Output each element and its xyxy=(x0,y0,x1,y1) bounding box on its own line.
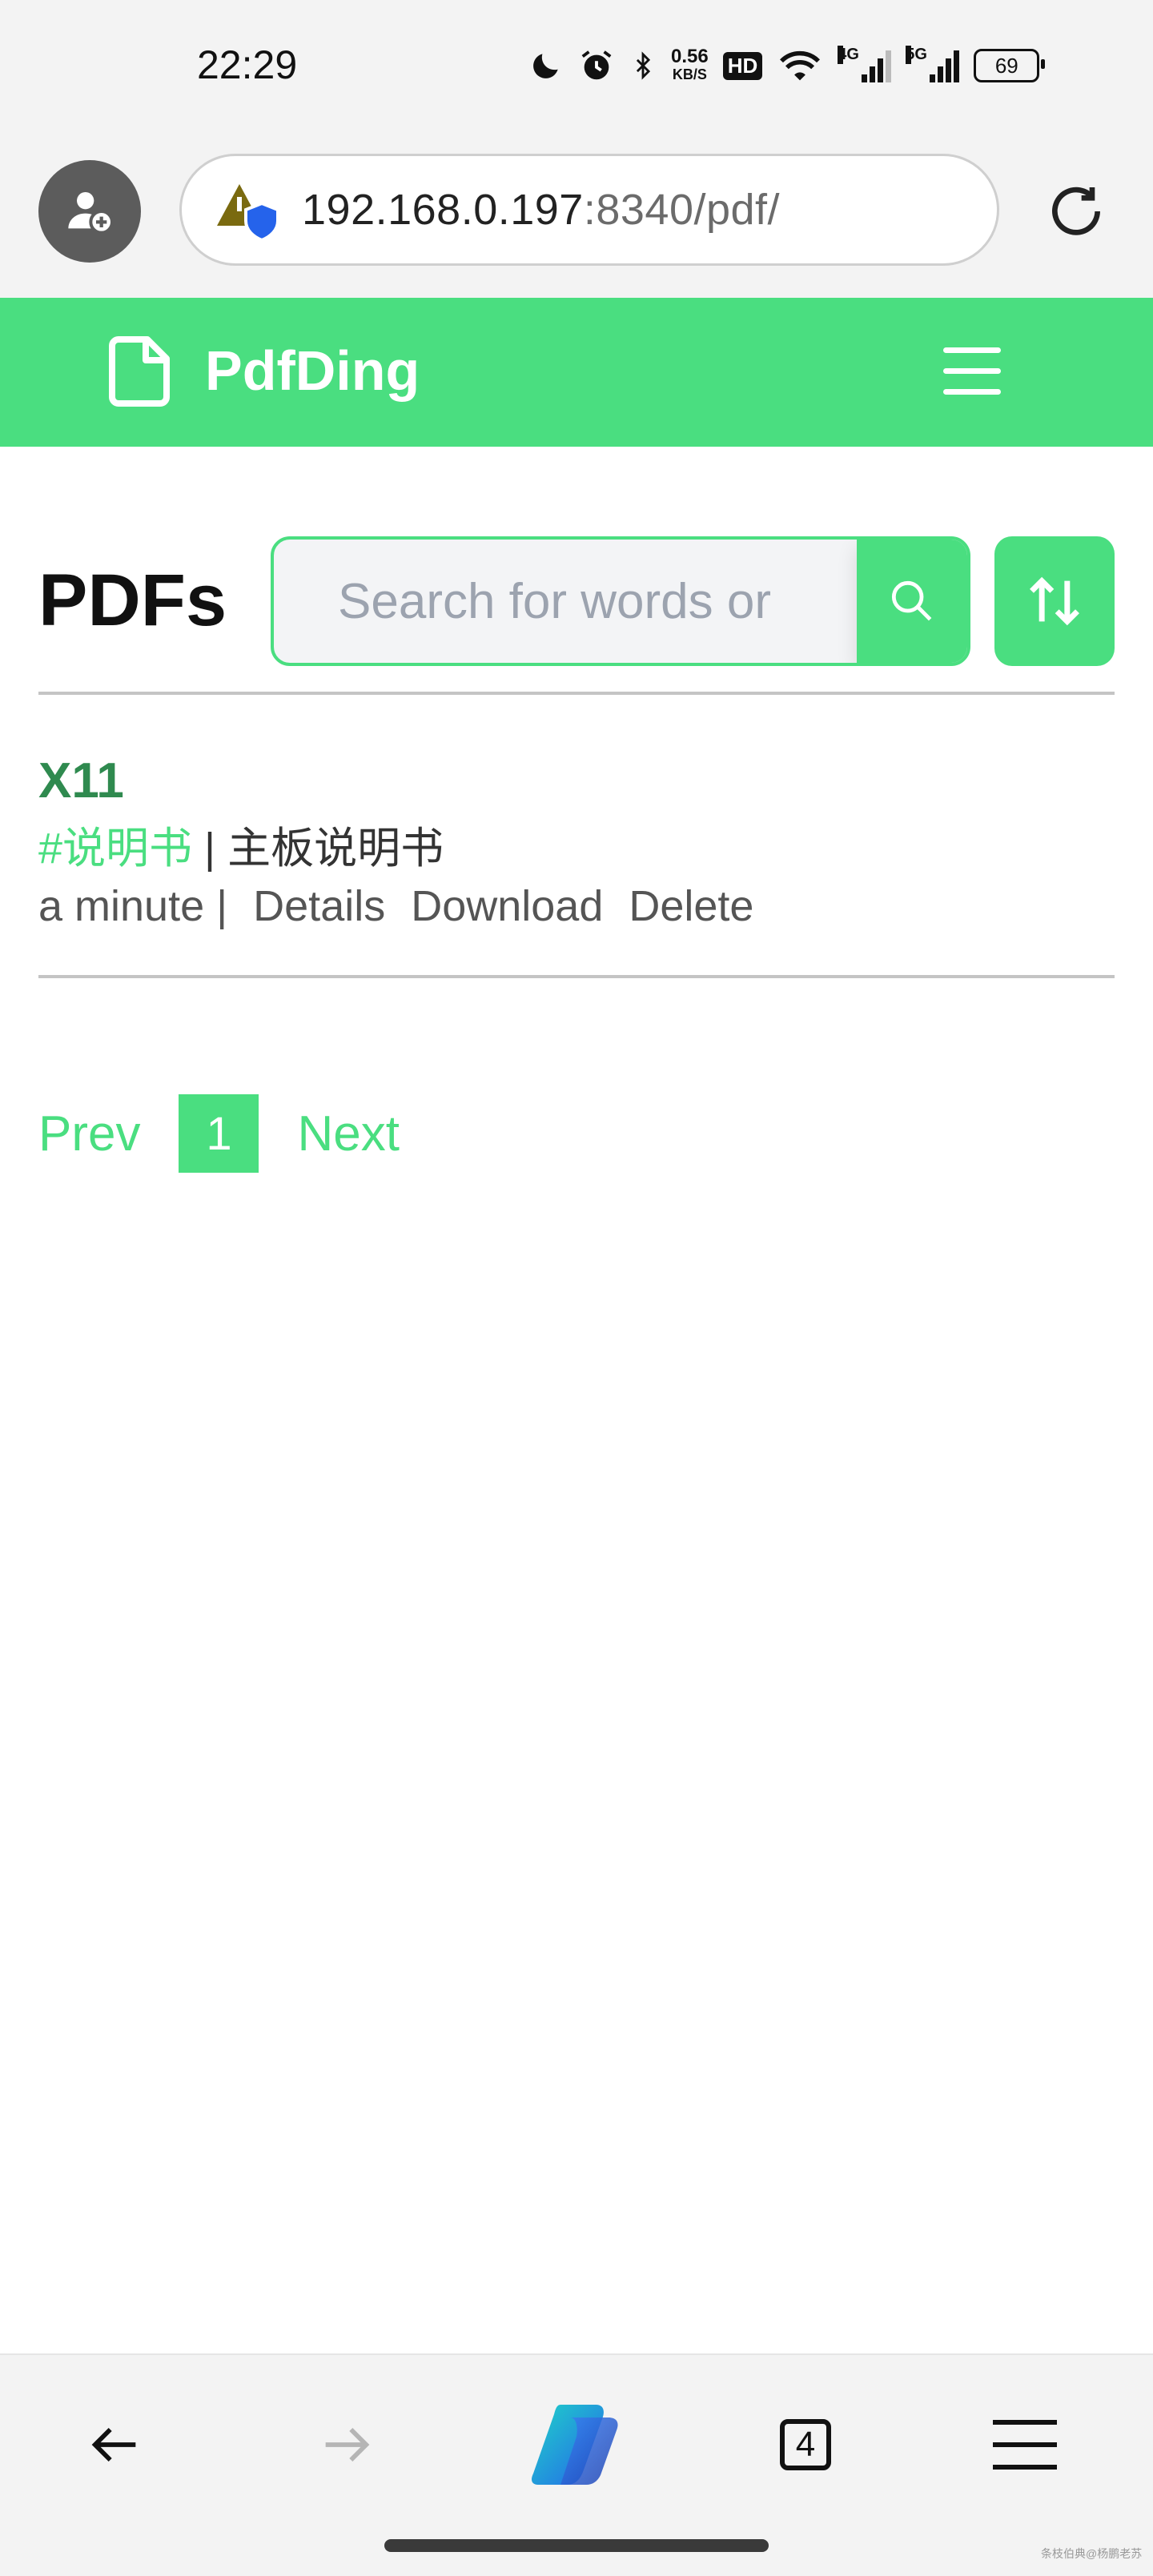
search-box xyxy=(271,536,970,666)
tabs-count: 4 xyxy=(780,2419,831,2470)
reload-button[interactable] xyxy=(1041,176,1111,247)
pdf-actions-line: a minute | Details Download Delete xyxy=(38,877,779,935)
copilot-icon xyxy=(532,2405,618,2485)
forward-button[interactable] xyxy=(298,2397,394,2493)
back-button[interactable] xyxy=(67,2397,163,2493)
battery-indicator: 69 xyxy=(974,49,1046,82)
document-logo-icon[interactable] xyxy=(109,335,173,408)
status-clock: 22:29 xyxy=(197,42,298,87)
tabs-button[interactable]: 4 xyxy=(757,2397,854,2493)
cell-signal-2: 5G xyxy=(906,46,960,82)
address-bar[interactable]: 192.168.0.197:8340/pdf/ xyxy=(179,154,999,266)
pagination: Prev 1 Next xyxy=(38,1093,400,1174)
home-indicator[interactable] xyxy=(384,2539,769,2552)
bluetooth-icon xyxy=(636,51,651,80)
url-text[interactable]: 192.168.0.197:8340/pdf/ xyxy=(302,185,780,235)
url-host: 192.168.0.197 xyxy=(302,186,584,234)
menu-bar-icon xyxy=(943,368,1001,374)
moon-icon xyxy=(533,54,558,78)
pdf-tag-link[interactable]: #说明书 xyxy=(38,825,192,873)
current-page-button[interactable]: 1 xyxy=(179,1094,259,1173)
status-icons: 0.56 KB/S HD 4G 5G 69 xyxy=(528,42,1046,90)
divider xyxy=(38,692,1115,695)
net-speed: 0.56 KB/S xyxy=(671,46,709,83)
hd-badge: HD xyxy=(722,51,763,80)
search-icon xyxy=(891,580,932,621)
search-button[interactable] xyxy=(857,540,967,663)
brand-name[interactable]: PdfDing xyxy=(205,335,420,407)
sort-arrows-icon xyxy=(1030,576,1079,626)
pdf-time: a minute | xyxy=(38,882,228,930)
url-path: :8340/pdf/ xyxy=(583,186,781,234)
wifi-icon xyxy=(780,50,821,81)
reload-icon xyxy=(1052,187,1100,235)
divider xyxy=(38,975,1115,978)
pdf-description: 主板说明书 xyxy=(227,825,444,873)
hamburger-menu-button[interactable] xyxy=(938,343,1006,400)
next-page-link[interactable]: Next xyxy=(297,1105,399,1162)
arrow-left-icon xyxy=(91,2427,136,2462)
page-title: PDFs xyxy=(38,560,227,641)
add-profile-icon xyxy=(68,192,114,235)
profile-button[interactable] xyxy=(38,160,141,263)
delete-link[interactable]: Delete xyxy=(629,877,753,935)
alarm-icon xyxy=(581,50,612,80)
pdf-tags-line: #说明书 | 主板说明书 xyxy=(38,820,444,877)
insecure-site-icon[interactable] xyxy=(214,178,279,243)
download-link[interactable]: Download xyxy=(411,877,603,935)
pdf-title-link[interactable]: X11 xyxy=(38,749,124,813)
arrow-right-icon xyxy=(325,2427,370,2462)
watermark: 条枝伯典@杨鹏老苏 xyxy=(1041,2547,1143,2560)
menu-bar-icon xyxy=(943,389,1001,395)
hamburger-icon xyxy=(993,2420,1057,2470)
sort-button[interactable] xyxy=(994,536,1115,666)
details-link[interactable]: Details xyxy=(253,877,385,935)
pdf-separator: | xyxy=(192,825,228,873)
copilot-button[interactable] xyxy=(528,2397,625,2493)
search-input[interactable] xyxy=(274,540,858,663)
cell-signal-1: 4G xyxy=(838,46,892,82)
prev-page-link[interactable]: Prev xyxy=(38,1105,140,1162)
menu-bar-icon xyxy=(943,347,1001,353)
browser-menu-button[interactable] xyxy=(977,2397,1073,2493)
